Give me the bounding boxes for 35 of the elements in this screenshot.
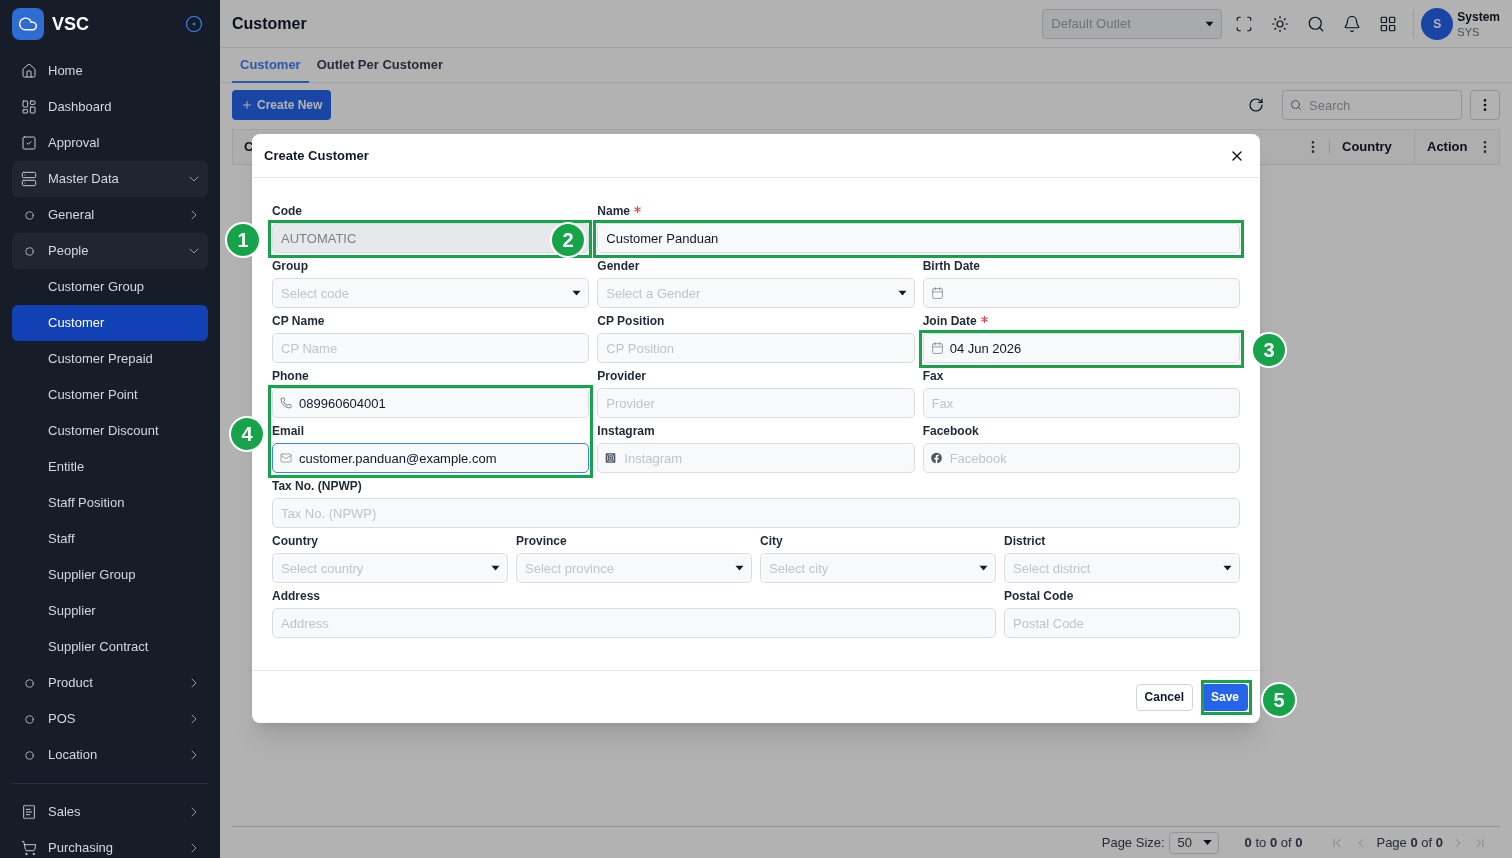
field-label: Instagram [597,423,655,439]
field-label: District [1004,533,1046,549]
field-label: Tax No. (NPWP) [272,478,362,494]
field-label: CP Name [272,313,325,329]
field-label: Birth Date [922,258,980,274]
field-label: Postal Code [1004,588,1074,604]
field-label: Province [516,533,567,549]
field-label: Code [272,203,302,219]
field-label: Provider [597,368,646,384]
field-label: Address [272,588,321,604]
step-number-badge: 1 [225,222,261,258]
column-header: Action [1427,138,1468,157]
page-summary: Page 0 of 0 [1376,833,1443,852]
dialog-title: Create Customer [264,146,369,165]
step-number-badge: 3 [1251,332,1287,368]
field-label: Join Date [922,313,977,329]
brand-name: VSC [52,12,89,36]
user-name: System [1457,8,1500,25]
field-label: Fax [922,368,944,384]
page-size-label: Page Size: [1101,833,1165,852]
field-label: Gender [597,258,640,274]
field-label: Country [272,533,318,549]
column-header: Country [1342,138,1392,157]
user-code: SYS [1457,24,1481,39]
field-label: CP Position [597,313,665,329]
field-label: Facebook [922,423,979,439]
page-title: Customer [232,13,307,34]
field-label: Phone [272,368,309,384]
field-label: City [760,533,783,549]
field-label: Group [272,258,308,274]
step-number-badge: 4 [229,416,265,452]
step-number-badge: 5 [1261,682,1297,718]
field-label: Email [272,423,304,439]
field-label: Name [597,203,630,219]
row-summary: 0 to 0 of 0 [1244,833,1303,852]
